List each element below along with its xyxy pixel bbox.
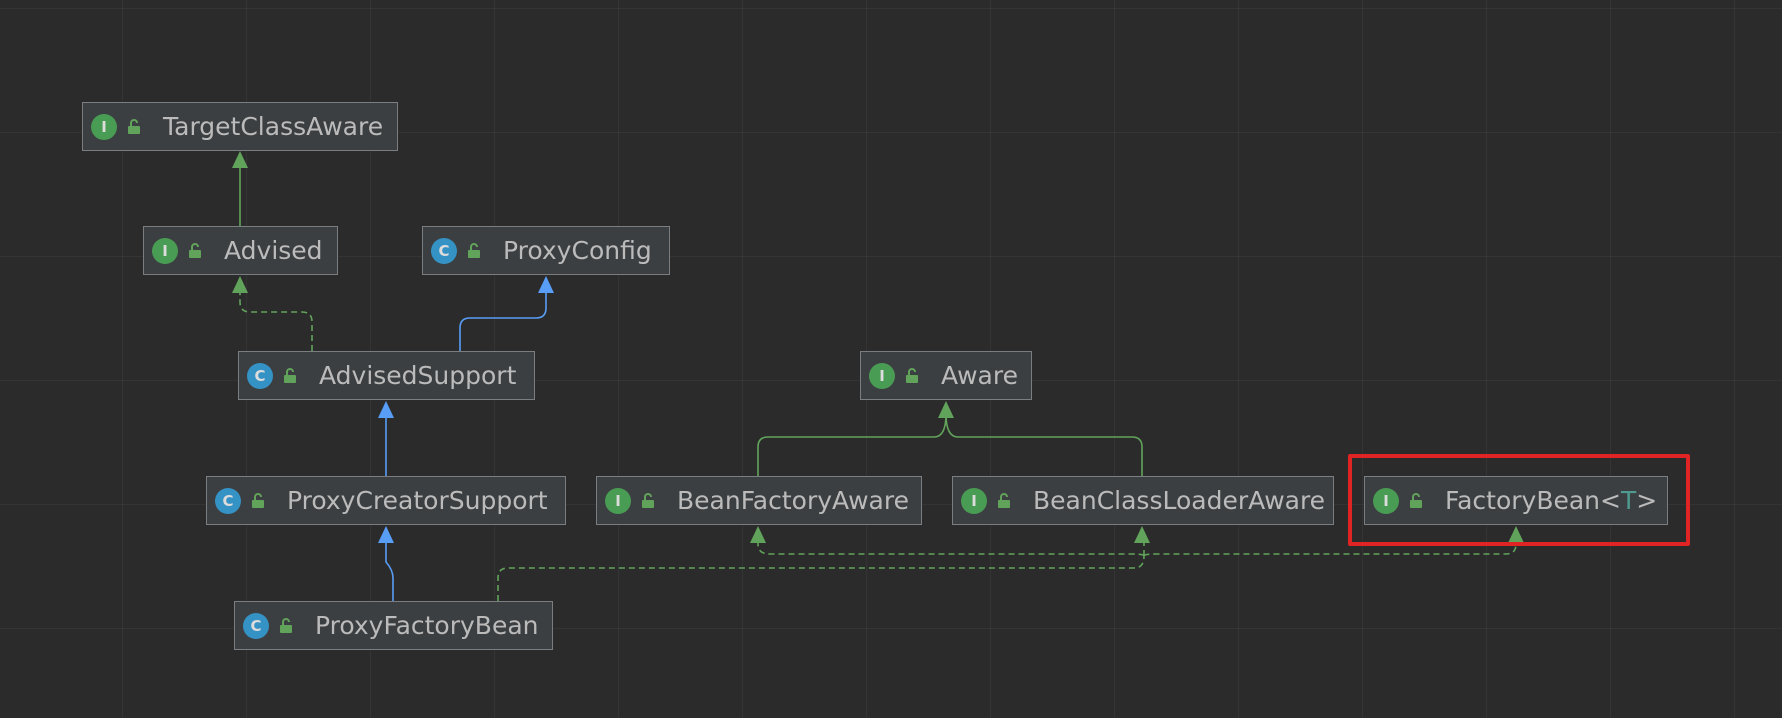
unlocked-padlock-icon <box>189 242 201 258</box>
interface-badge-icon: I <box>91 113 117 140</box>
badge-letter: C <box>222 491 234 510</box>
arrowhead-beanclassloaderaware <box>1134 526 1150 543</box>
generic-close: > <box>1636 486 1658 515</box>
node-advised[interactable]: I Advised <box>143 226 338 275</box>
arrowhead-advisedsupport <box>378 401 394 418</box>
node-label: ProxyCreatorSupport <box>287 486 548 515</box>
node-label: ProxyFactoryBean <box>315 611 539 640</box>
unlocked-padlock-icon <box>468 242 480 258</box>
node-label: Aware <box>941 361 1018 390</box>
interface-badge-icon: I <box>152 237 178 264</box>
edge-beanfactoryaware-to-aware <box>757 413 947 476</box>
arrowhead-advised <box>232 276 248 293</box>
class-badge-icon: C <box>243 612 269 639</box>
badge-letter: C <box>250 616 262 635</box>
generic-open: < <box>1600 486 1621 515</box>
arrowhead-proxyconfig <box>538 276 554 293</box>
edge-advisedsupport-to-proxyconfig <box>459 290 547 351</box>
edge-proxyfactorybean-to-proxycreatorsupport <box>385 540 394 601</box>
unlocked-padlock-icon <box>998 492 1010 508</box>
unlocked-padlock-icon <box>642 492 654 508</box>
badge-letter: I <box>879 366 885 385</box>
node-proxycreatorsupport[interactable]: C ProxyCreatorSupport <box>206 476 566 525</box>
badge-letter: I <box>971 491 977 510</box>
unlocked-padlock-icon <box>128 118 140 134</box>
badge-letter: I <box>615 491 621 510</box>
node-targetclassaware[interactable]: I TargetClassAware <box>82 102 398 151</box>
unlocked-padlock-icon <box>1410 492 1422 508</box>
node-label: BeanClassLoaderAware <box>1033 486 1326 515</box>
node-label-name: FactoryBean <box>1445 486 1601 515</box>
badge-letter: I <box>101 117 107 136</box>
interface-badge-icon: I <box>869 362 895 389</box>
badge-letter: I <box>1383 491 1389 510</box>
node-label: AdvisedSupport <box>319 361 517 390</box>
node-proxyfactorybean[interactable]: C ProxyFactoryBean <box>234 601 553 650</box>
node-beanclassloaderaware[interactable]: I BeanClassLoaderAware <box>952 476 1334 525</box>
class-badge-icon: C <box>215 487 241 514</box>
edge-beanclassloaderaware-to-aware <box>945 413 1143 476</box>
node-label: BeanFactoryAware <box>677 486 909 515</box>
interface-badge-icon: I <box>961 487 987 514</box>
unlocked-padlock-icon <box>252 492 264 508</box>
arrowhead-aware <box>938 401 954 418</box>
unlocked-padlock-icon <box>280 617 292 633</box>
interface-badge-icon: I <box>1373 487 1399 514</box>
edge-advisedsupport-to-advised <box>239 288 313 351</box>
badge-letter: I <box>162 241 168 260</box>
node-factorybean[interactable]: I FactoryBean<T> <box>1364 476 1668 525</box>
node-aware[interactable]: I Aware <box>860 351 1032 400</box>
node-beanfactoryaware[interactable]: I BeanFactoryAware <box>596 476 922 525</box>
edge-proxyfactorybean-to-interfaces <box>497 540 1517 601</box>
arrowhead-targetclassaware <box>232 151 248 168</box>
type-parameter: T <box>1620 486 1637 515</box>
class-badge-icon: C <box>247 362 273 389</box>
badge-letter: C <box>254 366 266 385</box>
node-advisedsupport[interactable]: C AdvisedSupport <box>238 351 535 400</box>
badge-letter: C <box>438 241 450 260</box>
unlocked-padlock-icon <box>906 367 918 383</box>
node-label: TargetClassAware <box>163 112 384 141</box>
class-badge-icon: C <box>431 237 457 264</box>
node-label: ProxyConfig <box>503 236 652 265</box>
node-label: Advised <box>224 236 323 265</box>
interface-badge-icon: I <box>605 487 631 514</box>
arrowhead-beanfactoryaware <box>750 526 766 543</box>
unlocked-padlock-icon <box>284 367 296 383</box>
arrowhead-proxycreatorsupport <box>378 526 394 543</box>
node-proxyconfig[interactable]: C ProxyConfig <box>422 226 670 275</box>
node-label: FactoryBean<T> <box>1445 486 1657 515</box>
